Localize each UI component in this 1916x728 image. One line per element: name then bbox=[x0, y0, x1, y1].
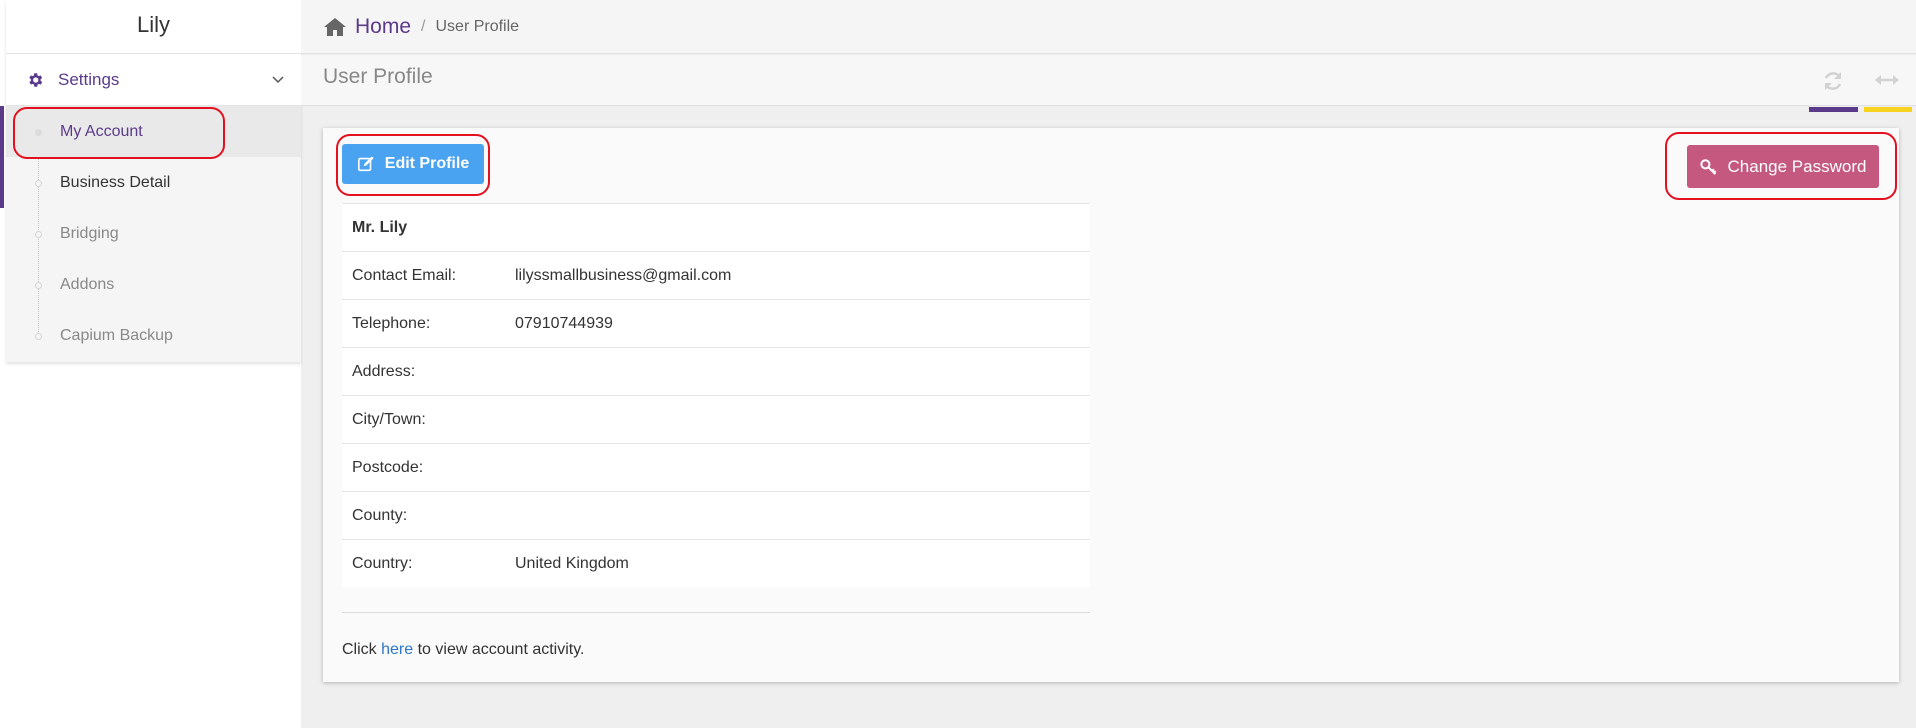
highlight-ring-password bbox=[1665, 132, 1897, 200]
gear-icon bbox=[29, 72, 43, 87]
profile-name: Mr. Lily bbox=[342, 203, 1090, 251]
breadcrumb-current: User Profile bbox=[435, 17, 520, 35]
sidebar-item-label: Business Detail bbox=[60, 173, 171, 191]
bullet-icon bbox=[35, 180, 42, 187]
profile-field-email: Contact Email: lilyssmallbusiness@gmail.… bbox=[342, 251, 1090, 299]
activity-suffix: to view account activity. bbox=[417, 641, 585, 658]
field-label: Postcode: bbox=[352, 458, 424, 476]
profile-field-city: City/Town: bbox=[342, 395, 1090, 443]
highlight-ring-my-account bbox=[13, 107, 225, 159]
sidebar-item-label: Capium Backup bbox=[60, 326, 173, 344]
sidebar-item-label: Addons bbox=[60, 275, 115, 293]
field-label: Telephone: bbox=[352, 314, 431, 332]
breadcrumb: Home / User Profile bbox=[301, 0, 1916, 54]
sidebar-item-capium-backup[interactable]: Capium Backup bbox=[6, 310, 301, 361]
field-value: lilyssmallbusiness@gmail.com bbox=[515, 266, 732, 284]
home-icon[interactable] bbox=[323, 17, 347, 37]
sidebar-item-addons[interactable]: Addons bbox=[6, 259, 301, 310]
bullet-icon bbox=[35, 333, 42, 340]
accent-bar-yellow bbox=[1864, 107, 1912, 112]
profile-field-country: Country: United Kingdom bbox=[342, 539, 1090, 587]
breadcrumb-home-link[interactable]: Home bbox=[355, 15, 411, 39]
field-label: Address: bbox=[352, 362, 416, 380]
field-label: Country: bbox=[352, 554, 413, 572]
bullet-icon bbox=[35, 231, 42, 238]
profile-field-address: Address: bbox=[342, 347, 1090, 395]
sidebar-panel: Lily Settings My Account Business Detail bbox=[0, 0, 301, 362]
accent-bar-purple bbox=[1809, 107, 1858, 112]
chevron-down-icon[interactable] bbox=[271, 75, 285, 85]
profile-details: Mr. Lily Contact Email: lilyssmallbusine… bbox=[342, 203, 1090, 587]
sidebar-item-business-detail[interactable]: Business Detail bbox=[6, 157, 301, 208]
field-value: United Kingdom bbox=[515, 554, 629, 572]
account-activity-link[interactable]: here bbox=[381, 641, 413, 658]
active-indicator bbox=[0, 106, 4, 208]
divider bbox=[342, 612, 1090, 613]
page-title: User Profile bbox=[323, 65, 433, 88]
bullet-icon bbox=[35, 282, 42, 289]
breadcrumb-separator: / bbox=[421, 17, 426, 35]
profile-field-postcode: Postcode: bbox=[342, 443, 1090, 491]
field-label: County: bbox=[352, 506, 408, 524]
account-activity-text: Click here to view account activity. bbox=[342, 641, 585, 659]
profile-field-telephone: Telephone: 07910744939 bbox=[342, 299, 1090, 347]
field-label: City/Town: bbox=[352, 410, 426, 428]
sidebar-item-bridging[interactable]: Bridging bbox=[6, 208, 301, 259]
sidebar-title: Lily bbox=[6, 0, 301, 54]
page-header: User Profile bbox=[301, 55, 1916, 112]
sidebar-item-settings[interactable]: Settings bbox=[6, 54, 301, 106]
field-value: 07910744939 bbox=[515, 314, 613, 332]
sidebar-item-label: Bridging bbox=[60, 224, 119, 242]
profile-name-value: Mr. Lily bbox=[352, 218, 408, 236]
sidebar-item-settings-label: Settings bbox=[58, 69, 120, 89]
profile-field-county: County: bbox=[342, 491, 1090, 539]
expand-horizontal-icon[interactable] bbox=[1875, 73, 1899, 87]
profile-card: Edit Profile Change Password Mr. Lily Co… bbox=[323, 128, 1899, 682]
refresh-icon[interactable] bbox=[1821, 69, 1845, 93]
field-label: Contact Email: bbox=[352, 266, 457, 284]
activity-prefix: Click bbox=[342, 641, 377, 658]
highlight-ring-edit bbox=[336, 134, 490, 196]
